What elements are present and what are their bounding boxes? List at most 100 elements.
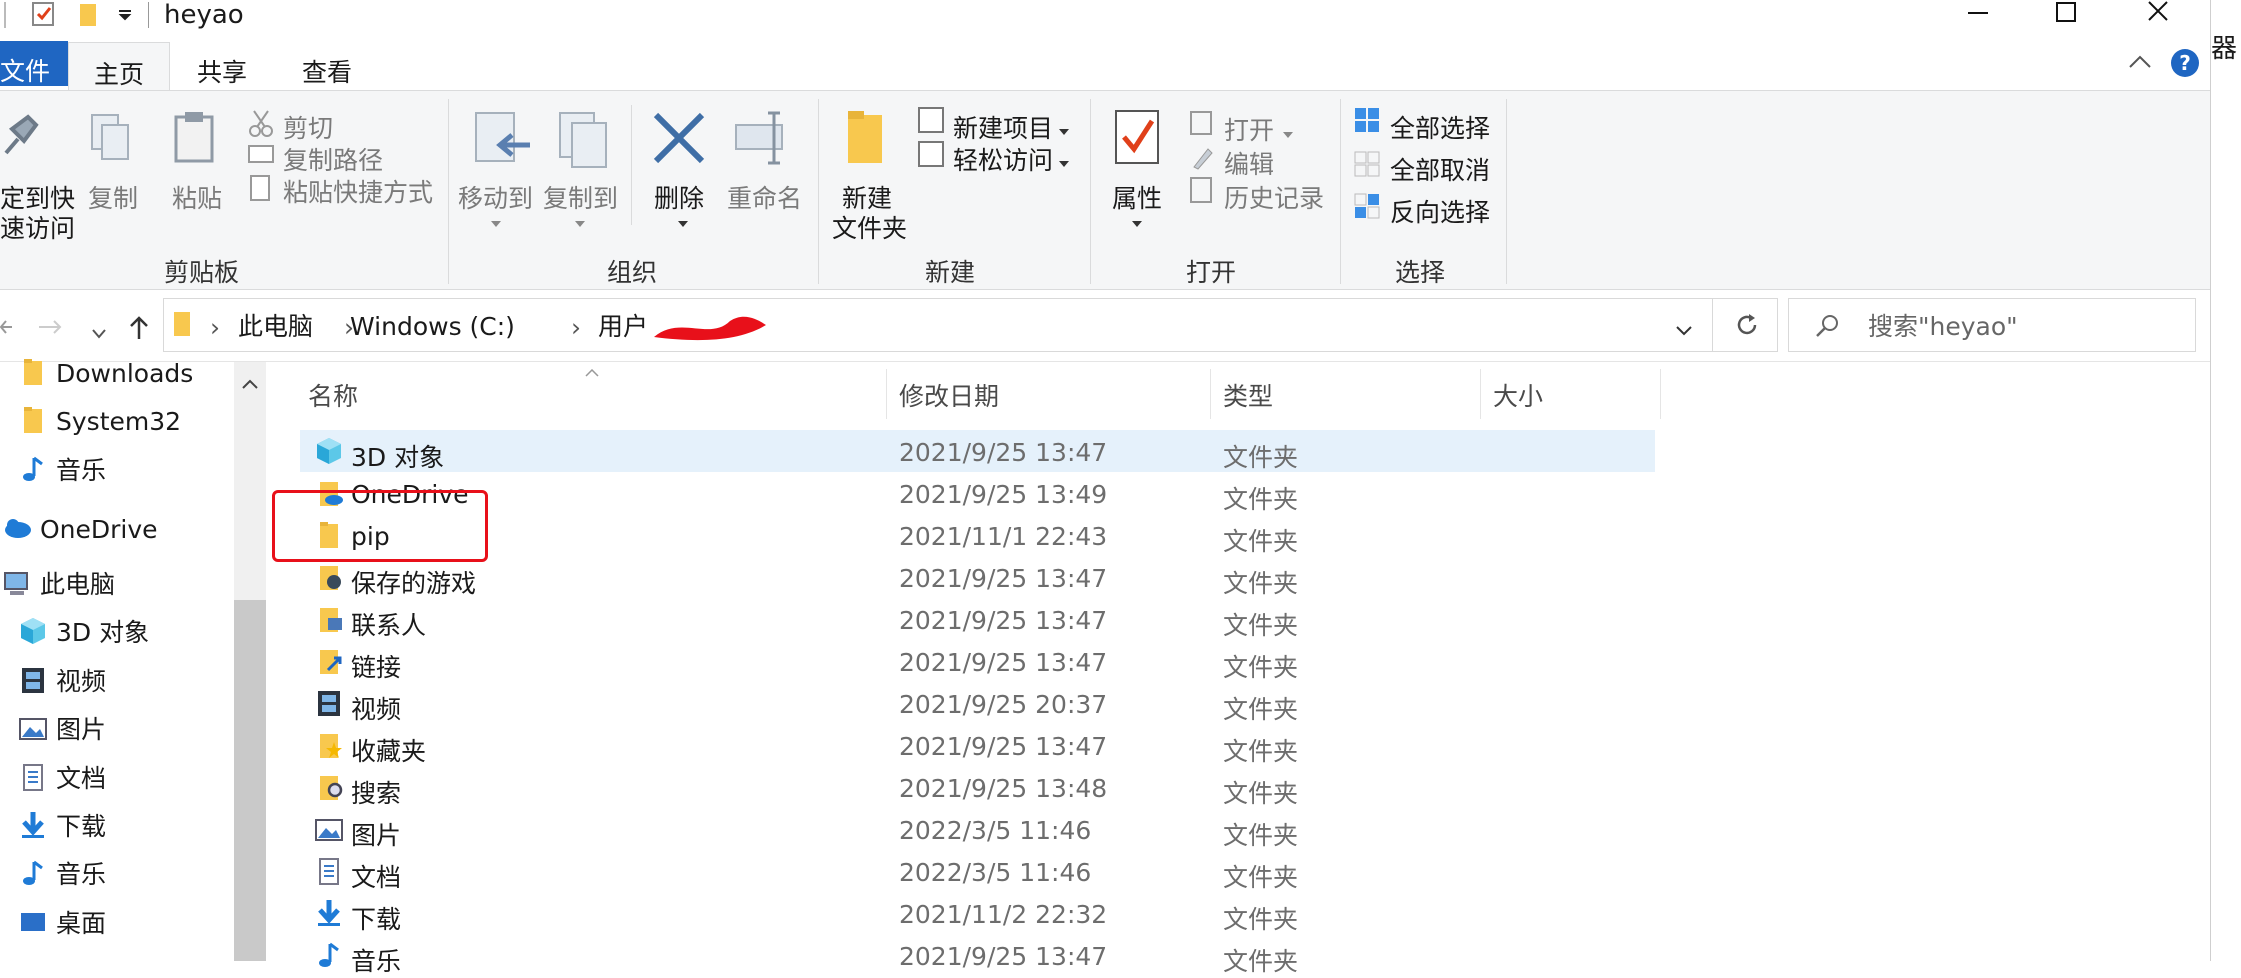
nav-item[interactable]: 图片 — [0, 703, 230, 751]
select-none-button[interactable]: 全部取消 — [1390, 151, 1490, 187]
forward-arrow-icon[interactable] — [38, 317, 62, 341]
file-row[interactable]: OneDrive 2021/9/25 13:49 文件夹 — [300, 472, 1655, 514]
nav-item-label: 图片 — [56, 715, 107, 744]
column-divider[interactable] — [1660, 369, 1661, 419]
column-divider[interactable] — [1210, 369, 1211, 419]
file-row[interactable]: 联系人 2021/9/25 13:47 文件夹 — [300, 598, 1655, 640]
file-modified-date: 2021/9/25 13:47 — [899, 942, 1108, 971]
file-row[interactable]: 音乐 2021/9/25 13:47 文件夹 — [300, 934, 1655, 976]
close-button[interactable] — [2119, 0, 2199, 30]
file-name: 音乐 — [351, 947, 402, 976]
address-dropdown-icon[interactable] — [1676, 321, 1692, 340]
up-arrow-icon[interactable] — [128, 316, 150, 344]
new-item-icon — [918, 107, 944, 133]
collapse-ribbon-icon[interactable] — [2128, 54, 2152, 74]
search-input[interactable]: 搜索"heyao" — [1788, 298, 2196, 352]
file-row[interactable]: 下载 2021/11/2 22:32 文件夹 — [300, 892, 1655, 934]
file-row[interactable]: 文档 2022/3/5 11:46 文件夹 — [300, 850, 1655, 892]
nav-item[interactable]: 视频 — [0, 655, 230, 703]
file-modified-date: 2021/9/25 13:49 — [899, 480, 1108, 509]
easy-access-button[interactable]: 轻松访问 — [953, 141, 1053, 177]
recent-locations-icon[interactable] — [92, 324, 106, 343]
new-item-button[interactable]: 新建项目 — [953, 109, 1053, 145]
new-folder-button[interactable]: 新建 文件夹 — [832, 179, 907, 249]
help-icon[interactable]: ? — [2171, 49, 2199, 77]
new-item-dropdown-icon[interactable] — [1058, 121, 1070, 140]
nav-item[interactable]: System32 — [0, 395, 230, 443]
move-to-button[interactable]: 移动到 — [458, 179, 533, 215]
paste-shortcut-button[interactable]: 粘贴快捷方式 — [283, 173, 433, 209]
easy-access-dropdown-icon[interactable] — [1058, 153, 1070, 172]
nav-item[interactable]: 3D 对象 — [0, 606, 230, 654]
tab-view[interactable]: 查看 — [302, 53, 352, 89]
file-row[interactable]: pip 2021/11/1 22:43 文件夹 — [300, 514, 1655, 556]
nav-item[interactable]: OneDrive — [0, 503, 230, 551]
paste-button[interactable]: 粘贴 — [172, 179, 222, 215]
nav-item[interactable]: Downloads — [0, 347, 230, 395]
delete-icon — [652, 111, 706, 169]
select-all-button[interactable]: 全部选择 — [1390, 109, 1490, 145]
copy-to-button[interactable]: 复制到 — [543, 179, 618, 215]
open-dropdown-icon[interactable] — [1282, 124, 1294, 143]
open-icon — [1190, 111, 1212, 135]
tab-share[interactable]: 共享 — [197, 53, 247, 89]
scroll-up-arrow-icon[interactable] — [242, 374, 258, 393]
column-divider[interactable] — [1480, 369, 1481, 419]
back-arrow-icon[interactable] — [0, 317, 14, 341]
breadcrumb-this-pc[interactable]: 此电脑 — [238, 314, 313, 339]
cut-button[interactable]: 剪切 — [283, 109, 333, 145]
rename-button[interactable]: 重命名 — [727, 179, 802, 215]
invert-selection-button[interactable]: 反向选择 — [1390, 193, 1490, 229]
copy-path-button[interactable]: 复制路径 — [283, 141, 383, 177]
move-to-dropdown-icon[interactable] — [490, 213, 502, 232]
file-row[interactable]: 图片 2022/3/5 11:46 文件夹 — [300, 808, 1655, 850]
column-header-size[interactable]: 大小 — [1493, 377, 1543, 413]
nav-item[interactable]: 下载 — [0, 800, 230, 848]
history-button[interactable]: 历史记录 — [1224, 179, 1324, 215]
minimize-button[interactable] — [1935, 0, 2015, 30]
properties-button[interactable]: 属性 — [1112, 179, 1162, 215]
properties-quick-icon[interactable] — [32, 2, 54, 26]
window-title: heyao — [164, 0, 244, 30]
column-divider[interactable] — [886, 369, 887, 419]
breadcrumb-users[interactable]: 用户 — [598, 314, 648, 339]
file-row[interactable]: 链接 2021/9/25 13:47 文件夹 — [300, 640, 1655, 682]
document-icon — [314, 856, 344, 886]
column-header-name[interactable]: 名称 — [308, 377, 358, 413]
folder-quick-icon[interactable] — [80, 4, 96, 26]
nav-item[interactable]: 文档 — [0, 752, 230, 800]
file-row[interactable]: 3D 对象 2021/9/25 13:47 文件夹 — [300, 430, 1655, 472]
maximize-button[interactable] — [2027, 0, 2107, 30]
nav-scrollbar-thumb[interactable] — [234, 600, 266, 961]
address-bar[interactable]: › 此电脑 › Windows (C:) › 用户 — [163, 298, 1713, 352]
customize-dropdown-icon[interactable] — [118, 6, 132, 21]
properties-dropdown-icon[interactable] — [1131, 213, 1143, 232]
delete-dropdown-icon[interactable] — [677, 213, 689, 232]
file-row[interactable]: 搜索 2021/9/25 13:48 文件夹 — [300, 766, 1655, 808]
file-row[interactable]: 保存的游戏 2021/9/25 13:47 文件夹 — [300, 556, 1655, 598]
breadcrumb-chevron-icon[interactable]: › — [210, 315, 220, 340]
pin-to-quick-access-button[interactable]: 定到快 速访问 — [0, 179, 75, 249]
tab-home[interactable]: 主页 — [68, 42, 170, 92]
breadcrumb-chevron-icon[interactable]: › — [571, 315, 581, 340]
file-row[interactable]: 收藏夹 2021/9/25 13:47 文件夹 — [300, 724, 1655, 766]
nav-item[interactable]: 音乐 — [0, 848, 230, 896]
breadcrumb-windows-c[interactable]: Windows (C:) — [350, 314, 515, 339]
file-name: 保存的游戏 — [351, 569, 477, 598]
nav-item[interactable]: 音乐 — [0, 444, 230, 492]
refresh-button[interactable] — [1713, 298, 1778, 352]
open-button[interactable]: 打开 — [1224, 111, 1274, 147]
copy-button[interactable]: 复制 — [88, 179, 138, 215]
nav-item[interactable]: 桌面 — [0, 897, 230, 945]
column-header-type[interactable]: 类型 — [1223, 377, 1273, 413]
nav-item[interactable]: 此电脑 — [0, 558, 230, 606]
tab-home-label: 主页 — [94, 60, 145, 89]
nav-item-label: 音乐 — [56, 860, 107, 889]
column-header-modified[interactable]: 修改日期 — [899, 377, 999, 413]
edit-button[interactable]: 编辑 — [1224, 145, 1274, 181]
copy-to-dropdown-icon[interactable] — [574, 213, 586, 232]
file-row[interactable]: 视频 2021/9/25 20:37 文件夹 — [300, 682, 1655, 724]
history-icon — [1190, 177, 1212, 203]
delete-button[interactable]: 删除 — [654, 179, 704, 215]
tab-file[interactable]: 文件 — [0, 41, 68, 86]
